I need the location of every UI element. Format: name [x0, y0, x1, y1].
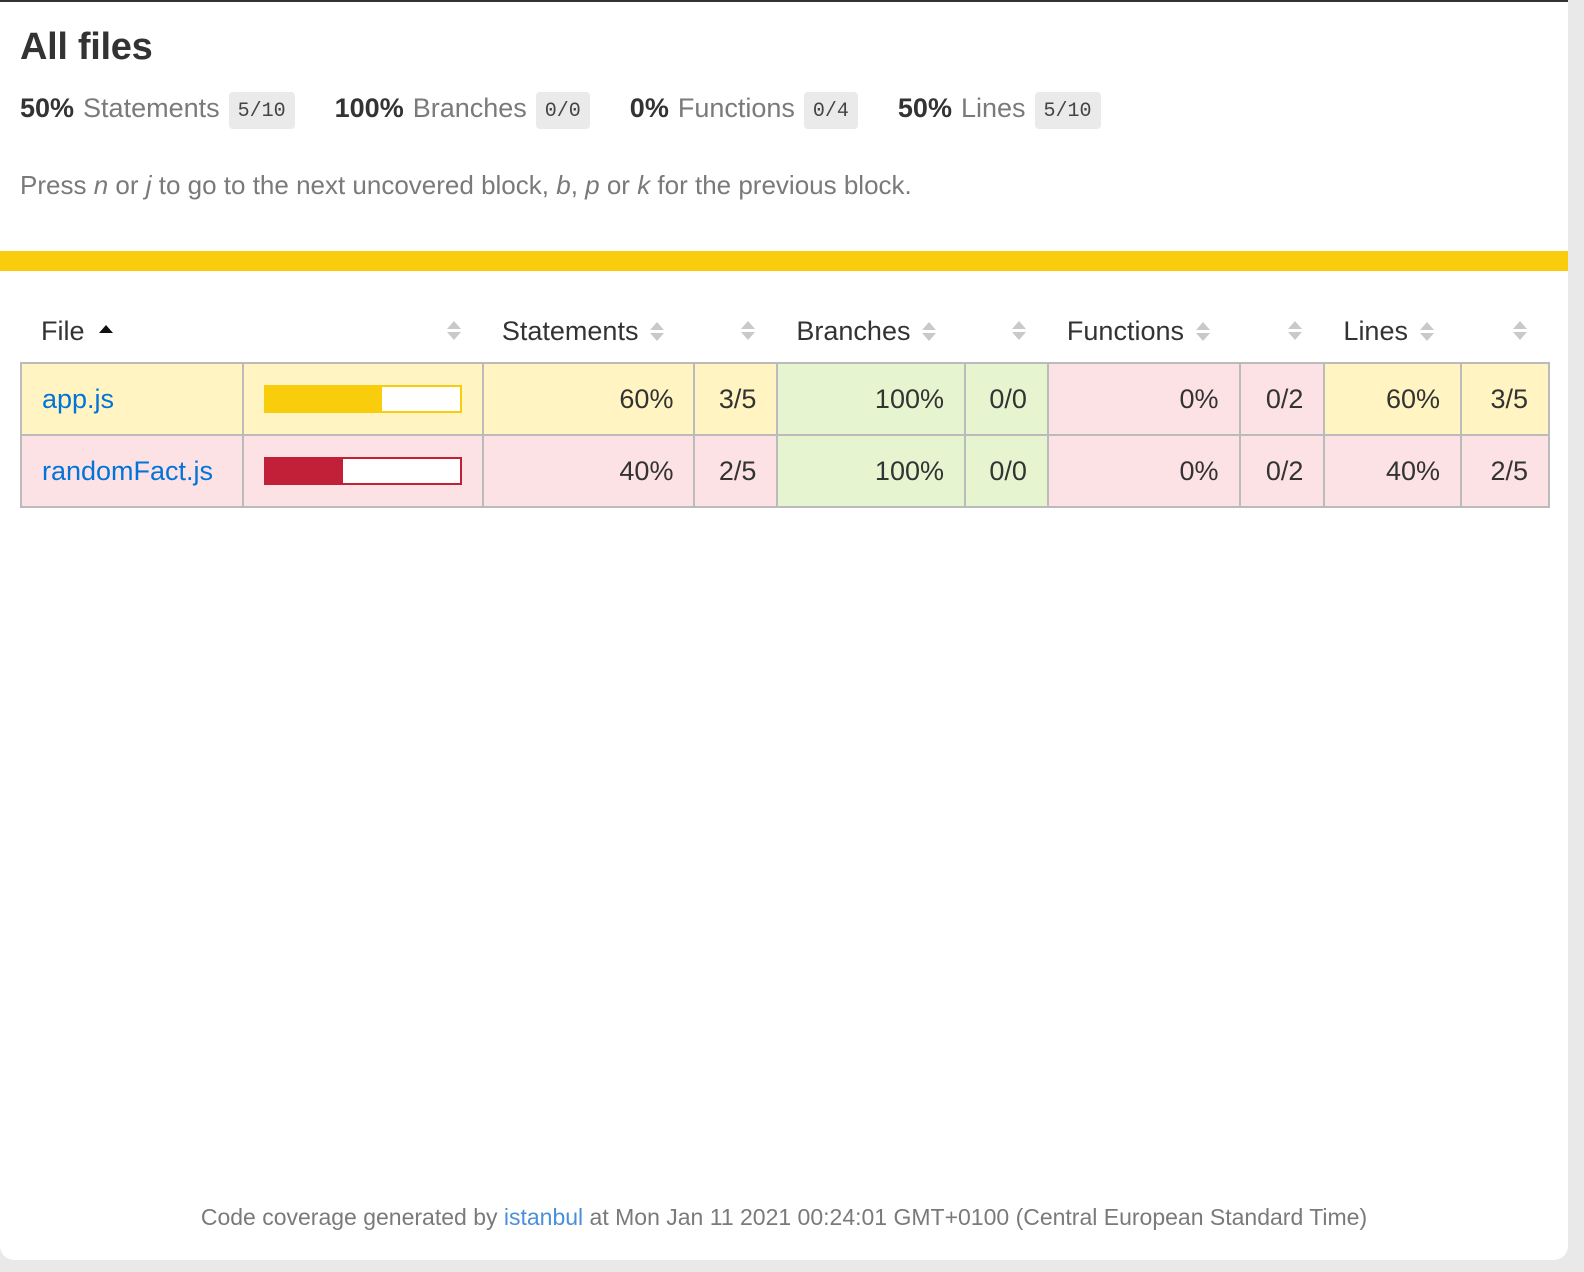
- summary-statements-label: Statements: [83, 92, 220, 123]
- table-header: File Statements Branches Functions Lines: [21, 300, 1549, 363]
- summary-functions-label: Functions: [677, 92, 795, 123]
- functions-fraction-cell: 0/2: [1238, 362, 1326, 436]
- report-header: All files 50% Statements 5/10 100% Branc…: [0, 2, 1568, 201]
- hint-key-p: p: [585, 170, 600, 200]
- coverage-table: File Statements Branches Functions Lines…: [20, 300, 1550, 508]
- coverage-bar: [263, 457, 462, 485]
- sort-ascending-icon: [98, 324, 113, 333]
- hint-text: or: [108, 170, 146, 200]
- lines-fraction-cell: 2/5: [1460, 434, 1550, 508]
- branches-pct-cell: 100%: [776, 434, 966, 508]
- branches-fraction-cell: 0/0: [963, 434, 1049, 508]
- footer-text: Code coverage generated by: [200, 1204, 504, 1230]
- hint-text: or: [599, 170, 638, 200]
- functions-pct-cell: 0%: [1046, 362, 1241, 436]
- summary-lines-label: Lines: [960, 92, 1026, 123]
- hint-key-b: b: [556, 170, 571, 200]
- table-body: app.js 60% 3/5 100% 0/0 0% 0/2 60% 3/5 r…: [20, 362, 1550, 508]
- sort-icon: [922, 321, 937, 343]
- statements-fraction-cell: 2/5: [693, 434, 779, 508]
- functions-fraction-cell: 0/2: [1238, 434, 1326, 508]
- column-header-branches[interactable]: Branches: [777, 300, 965, 363]
- table-row: randomFact.js 40% 2/5 100% 0/0 0% 0/2 40…: [20, 434, 1550, 508]
- column-header-file[interactable]: File: [21, 300, 243, 363]
- file-link[interactable]: app.js: [42, 384, 114, 414]
- coverage-bar-cell: [241, 362, 484, 436]
- lines-pct-cell: 60%: [1323, 362, 1463, 436]
- hint-key-n: n: [93, 170, 109, 200]
- lines-fraction-cell: 3/5: [1460, 362, 1550, 436]
- sort-icon: [1288, 320, 1303, 342]
- table-row: app.js 60% 3/5 100% 0/0 0% 0/2 60% 3/5: [20, 362, 1550, 436]
- functions-pct-cell: 0%: [1046, 434, 1241, 508]
- coverage-summary: 50% Statements 5/10 100% Branches 0/0 0%…: [20, 88, 1548, 129]
- coverage-report-window: All files 50% Statements 5/10 100% Branc…: [0, 0, 1568, 1260]
- table-header-row: File Statements Branches Functions Lines: [21, 300, 1549, 363]
- column-header-lines-label: Lines: [1343, 316, 1408, 347]
- sort-icon: [650, 321, 665, 343]
- summary-statements: 50% Statements 5/10: [20, 90, 295, 129]
- column-header-lines[interactable]: Lines: [1324, 300, 1461, 363]
- sort-icon: [1195, 321, 1210, 343]
- hint-text: Press: [20, 170, 94, 200]
- column-header-statements-fraction[interactable]: [694, 300, 777, 363]
- sort-icon: [741, 320, 756, 342]
- summary-lines: 50% Lines 5/10: [897, 90, 1101, 129]
- column-header-branches-fraction[interactable]: [965, 300, 1048, 363]
- coverage-bar: [263, 385, 462, 413]
- coverage-bar-fill: [265, 459, 344, 483]
- footer: Code coverage generated by istanbul at M…: [0, 1204, 1568, 1231]
- column-header-statements[interactable]: Statements: [483, 300, 695, 363]
- sort-icon: [446, 320, 461, 342]
- summary-functions-fraction: 0/4: [803, 91, 858, 129]
- keyboard-hint: Press n or j to go to the next uncovered…: [20, 170, 1548, 201]
- column-header-lines-fraction[interactable]: [1461, 300, 1549, 363]
- summary-functions-pct: 0%: [629, 92, 669, 123]
- summary-statements-fraction: 5/10: [228, 91, 295, 129]
- page-title: All files: [20, 26, 153, 68]
- sort-icon: [1419, 321, 1434, 343]
- hint-text: to go to the next uncovered block,: [151, 170, 557, 200]
- column-header-functions-label: Functions: [1066, 316, 1184, 347]
- sort-icon: [1011, 320, 1026, 342]
- branches-fraction-cell: 0/0: [963, 362, 1049, 436]
- statements-fraction-cell: 3/5: [693, 362, 779, 436]
- branches-pct-cell: 100%: [776, 362, 966, 436]
- hint-text: for the previous block.: [650, 170, 912, 200]
- column-header-branches-label: Branches: [796, 316, 911, 347]
- column-header-statements-label: Statements: [501, 316, 639, 347]
- column-header-functions-fraction[interactable]: [1240, 300, 1325, 363]
- hint-text: ,: [570, 170, 586, 200]
- hint-key-k: k: [637, 170, 651, 200]
- summary-statements-pct: 50%: [20, 92, 75, 123]
- summary-branches-fraction: 0/0: [535, 91, 590, 129]
- footer-timestamp: at Mon Jan 11 2021 00:24:01 GMT+0100 (Ce…: [583, 1204, 1368, 1230]
- sort-icon: [1513, 320, 1527, 342]
- file-cell: app.js: [20, 362, 244, 436]
- file-link[interactable]: randomFact.js: [42, 456, 213, 486]
- statements-pct-cell: 60%: [481, 362, 696, 436]
- coverage-bar-cell: [241, 434, 484, 508]
- summary-branches: 100% Branches 0/0: [334, 90, 590, 129]
- statements-pct-cell: 40%: [481, 434, 696, 508]
- summary-branches-pct: 100%: [334, 92, 404, 123]
- summary-functions: 0% Functions 0/4: [629, 90, 858, 129]
- coverage-bar-fill: [265, 387, 383, 411]
- summary-lines-pct: 50%: [897, 92, 952, 123]
- column-header-file-bar[interactable]: [243, 300, 483, 363]
- coverage-status-line: [0, 251, 1568, 271]
- column-header-file-label: File: [41, 316, 85, 347]
- file-cell: randomFact.js: [20, 434, 244, 508]
- lines-pct-cell: 40%: [1323, 434, 1463, 508]
- istanbul-link[interactable]: istanbul: [504, 1204, 583, 1230]
- column-header-functions[interactable]: Functions: [1048, 300, 1240, 363]
- summary-branches-label: Branches: [412, 92, 527, 123]
- summary-lines-fraction: 5/10: [1034, 91, 1101, 129]
